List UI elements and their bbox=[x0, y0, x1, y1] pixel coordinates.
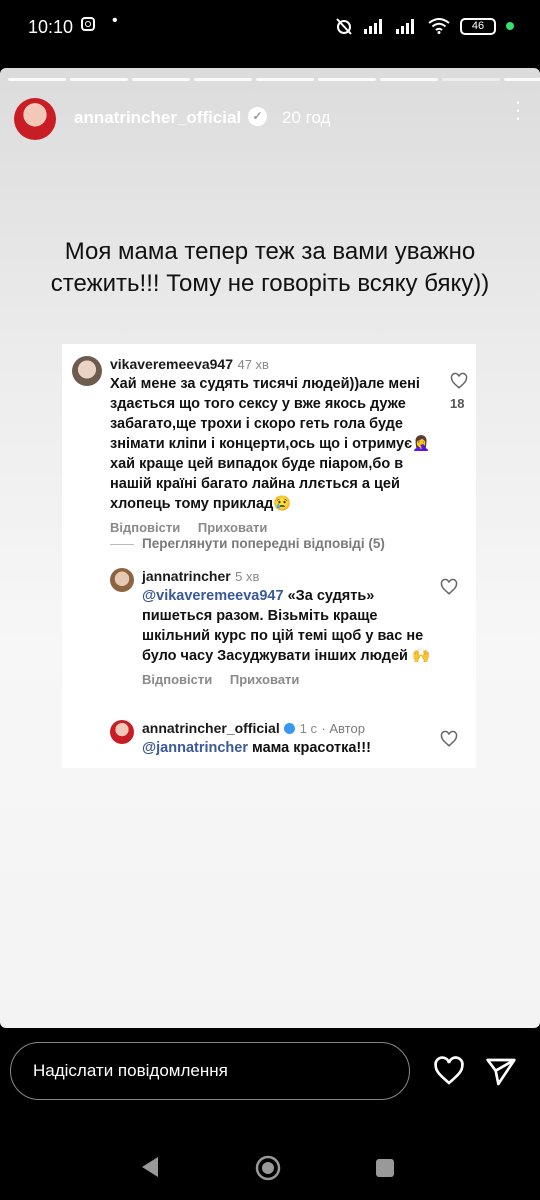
comment-time: 1 с bbox=[299, 721, 317, 736]
status-time: 10:10 bbox=[28, 17, 74, 37]
comment-text: мама красотка!!! bbox=[248, 740, 371, 756]
avatar bbox=[110, 568, 134, 592]
more-options-icon[interactable]: · · · bbox=[514, 91, 522, 129]
comment-time: 5 хв bbox=[235, 569, 260, 584]
hide-link[interactable]: Приховати bbox=[198, 520, 268, 535]
comment-actions: Відповісти Приховати bbox=[110, 520, 440, 535]
story-progress-bars bbox=[8, 78, 540, 81]
signal-icon-2 bbox=[396, 19, 414, 34]
comment-jannatrincher: jannatrincher 5 хв @vikaveremeeva947 «За… bbox=[110, 566, 472, 687]
reply-link[interactable]: Відповісти bbox=[142, 672, 212, 687]
story-age: 20 год bbox=[282, 108, 331, 127]
comment-time: 47 хв bbox=[237, 357, 269, 372]
story-frame[interactable]: annatrincher_official ✓ 20 год · · · Моя м… bbox=[0, 68, 540, 1028]
comment-vikaveremeeva: vikaveremeeva947 47 хв Хай мене за судят… bbox=[72, 352, 472, 535]
comment-mention[interactable]: @jannatrincher bbox=[142, 740, 248, 756]
send-message-input[interactable]: Надіслати повідомлення bbox=[10, 1042, 410, 1100]
avatar[interactable] bbox=[14, 98, 56, 140]
like-count: 18 bbox=[450, 396, 465, 411]
battery-icon: 46 bbox=[460, 17, 496, 35]
comment-text: Хай мене за судять тисячі людей))але мен… bbox=[110, 376, 431, 512]
more-notifications-icon: • bbox=[112, 12, 119, 29]
verified-badge-icon: ✓ bbox=[248, 107, 267, 126]
back-icon[interactable] bbox=[140, 1156, 160, 1178]
comment-annatrincher-official: annatrincher_official 1 с · Автор @janna… bbox=[110, 718, 472, 762]
send-icon[interactable] bbox=[484, 1056, 518, 1088]
story-header: annatrincher_official ✓ 20 год · · · bbox=[14, 91, 526, 140]
status-bar: 10:10 • 46 bbox=[0, 0, 540, 56]
hide-link[interactable]: Приховати bbox=[230, 672, 300, 687]
comment-username: jannatrincher bbox=[142, 568, 231, 584]
view-previous-replies-link[interactable]: Переглянути попередні відповіді (5) bbox=[110, 536, 385, 551]
like-heart-icon[interactable] bbox=[440, 578, 458, 596]
alarm-off-icon bbox=[336, 18, 352, 35]
like-heart-icon[interactable] bbox=[432, 1055, 466, 1087]
home-icon[interactable] bbox=[255, 1155, 281, 1181]
avatar bbox=[110, 720, 134, 744]
comment-screenshot: vikaveremeeva947 47 хв Хай мене за судят… bbox=[62, 344, 476, 768]
comment-mention[interactable]: @vikaveremeeva947 bbox=[142, 588, 284, 604]
system-navigation-bar bbox=[0, 1126, 540, 1200]
story-caption: Моя мама тепер теж за вами уважно стежит… bbox=[50, 238, 490, 297]
signal-icon-1 bbox=[364, 19, 382, 34]
instagram-notification-icon bbox=[81, 17, 95, 31]
like-heart-icon[interactable] bbox=[440, 730, 458, 748]
verified-badge-icon bbox=[284, 723, 296, 735]
wifi-icon bbox=[428, 18, 450, 34]
author-label: Автор bbox=[329, 721, 365, 736]
reply-link[interactable]: Відповісти bbox=[110, 520, 180, 535]
story-username[interactable]: annatrincher_official bbox=[74, 108, 241, 128]
comment-actions: Відповісти Приховати bbox=[142, 672, 432, 687]
comment-username: vikaveremeeva947 bbox=[110, 356, 234, 372]
avatar bbox=[72, 356, 102, 386]
recent-apps-icon[interactable] bbox=[375, 1158, 395, 1178]
like-heart-icon[interactable] bbox=[450, 372, 468, 390]
comment-username: annatrincher_official bbox=[142, 720, 280, 736]
privacy-indicator-dot bbox=[506, 22, 514, 30]
